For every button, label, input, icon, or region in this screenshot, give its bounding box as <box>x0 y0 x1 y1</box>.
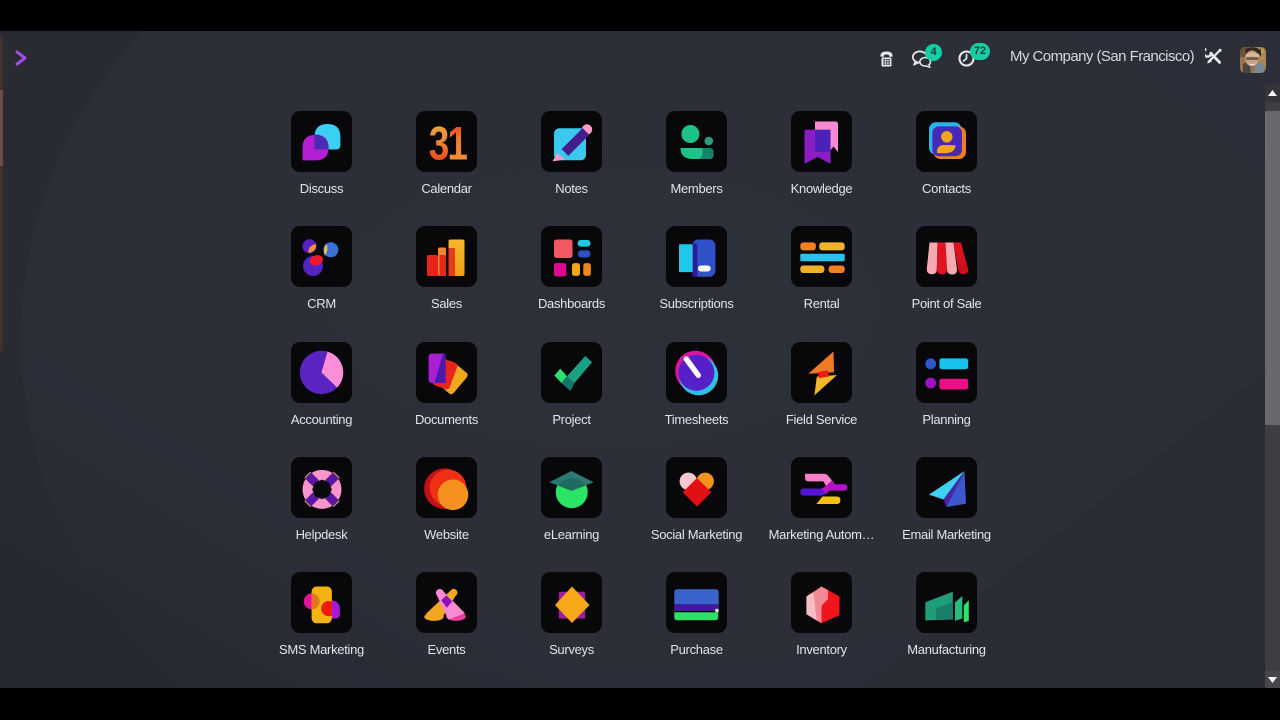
svg-text:3: 3 <box>429 117 449 169</box>
svg-text:1: 1 <box>448 117 468 169</box>
